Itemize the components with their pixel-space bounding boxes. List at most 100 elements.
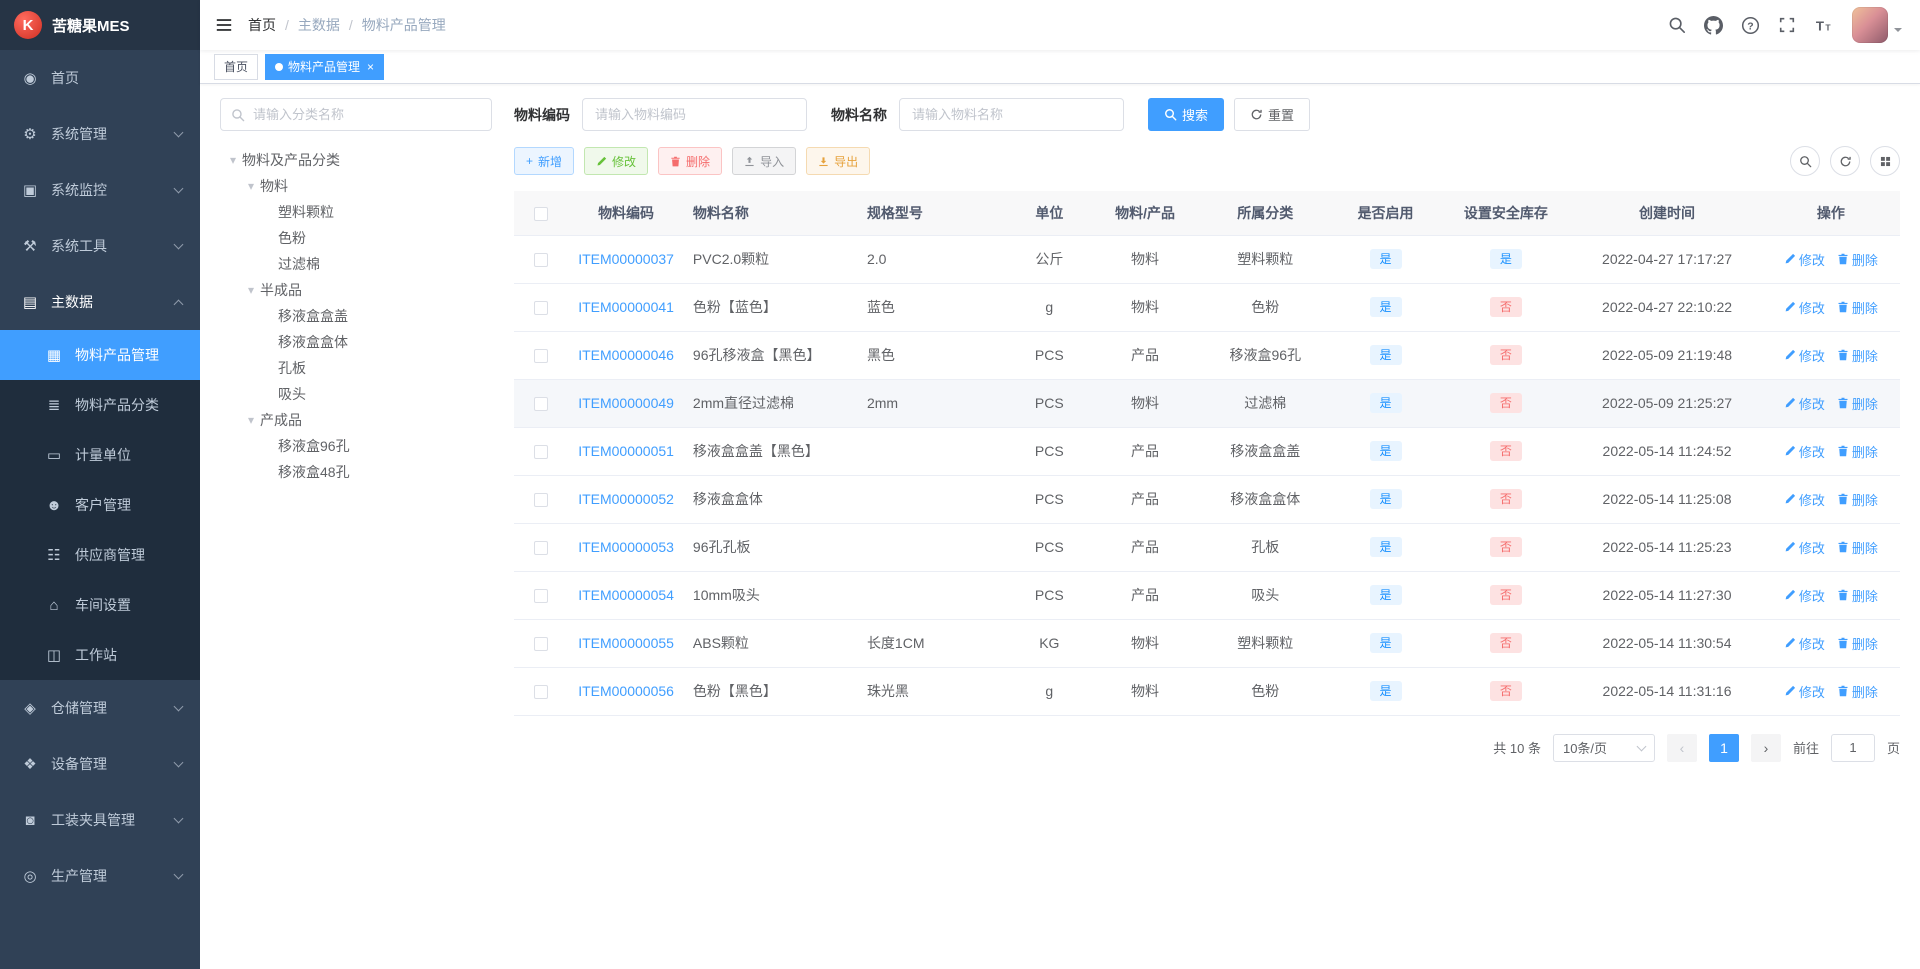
row-checkbox[interactable] (533, 253, 548, 268)
prev-page-button[interactable]: ‹ (1666, 733, 1697, 762)
row-checkbox[interactable] (533, 685, 548, 700)
category-search-input[interactable] (253, 107, 481, 122)
row-delete-button[interactable]: 删除 (1837, 490, 1878, 509)
row-delete-button[interactable]: 删除 (1837, 394, 1878, 413)
sidebar-item-monitor[interactable]: ▣ 系统监控 (0, 162, 200, 218)
sidebar-item-master-data[interactable]: ▤ 主数据 (0, 274, 200, 330)
row-edit-button[interactable]: 修改 (1784, 634, 1825, 653)
refresh-button[interactable] (1830, 146, 1860, 176)
tree-node[interactable]: 过滤棉 (220, 251, 492, 277)
material-code-link[interactable]: ITEM00000037 (578, 251, 674, 267)
sidebar-item-material-product[interactable]: ▦ 物料产品管理 (0, 330, 200, 380)
row-checkbox[interactable] (533, 541, 548, 556)
sidebar-item-customer[interactable]: ☻ 客户管理 (0, 480, 200, 530)
row-edit-button[interactable]: 修改 (1784, 490, 1825, 509)
columns-grid-icon[interactable] (1870, 146, 1900, 176)
sidebar-item-workstation[interactable]: ◫ 工作站 (0, 630, 200, 680)
tree-node[interactable]: ▾ 半成品 (220, 277, 492, 303)
tab-home[interactable]: 首页 (214, 53, 259, 80)
toggle-search-button[interactable] (1790, 146, 1820, 176)
material-code-link[interactable]: ITEM00000046 (578, 347, 674, 363)
tree-node[interactable]: 孔板 (220, 355, 492, 381)
reset-button[interactable]: 重置 (1234, 98, 1311, 131)
material-code-link[interactable]: ITEM00000053 (578, 539, 674, 555)
tree-node[interactable]: ▾ 物料 (220, 173, 492, 199)
fullscreen-icon[interactable] (1769, 0, 1805, 50)
row-checkbox[interactable] (533, 397, 548, 412)
tab-material-product[interactable]: 物料产品管理 × (265, 53, 385, 80)
tree-node[interactable]: 移液盒盒盖 (220, 303, 492, 329)
row-edit-button[interactable]: 修改 (1784, 442, 1825, 461)
row-edit-button[interactable]: 修改 (1784, 586, 1825, 605)
select-all-checkbox[interactable] (533, 206, 548, 221)
tree-node[interactable]: 色粉 (220, 225, 492, 251)
hamburger-icon[interactable] (200, 0, 248, 50)
sidebar-item-supplier[interactable]: ☷ 供应商管理 (0, 530, 200, 580)
app-logo[interactable]: K 苦糖果MES (0, 0, 200, 50)
row-edit-button[interactable]: 修改 (1784, 538, 1825, 557)
row-checkbox[interactable] (533, 637, 548, 652)
user-menu[interactable] (1842, 7, 1908, 43)
goto-page-input[interactable] (1830, 733, 1875, 762)
sidebar-item-system[interactable]: ⚙ 系统管理 (0, 106, 200, 162)
material-code-link[interactable]: ITEM00000055 (578, 635, 674, 651)
row-checkbox[interactable] (533, 445, 548, 460)
material-name-input[interactable] (899, 98, 1124, 131)
row-edit-button[interactable]: 修改 (1784, 298, 1825, 317)
export-button[interactable]: 导出 (806, 147, 871, 175)
sidebar-item-workshop[interactable]: ⌂ 车间设置 (0, 580, 200, 630)
row-edit-button[interactable]: 修改 (1784, 394, 1825, 413)
page-size-select[interactable]: 10条/页 (1552, 733, 1655, 762)
row-delete-button[interactable]: 删除 (1837, 250, 1878, 269)
row-delete-button[interactable]: 删除 (1837, 442, 1878, 461)
tree-node[interactable]: ▾ 物料及产品分类 (220, 147, 492, 173)
material-code-link[interactable]: ITEM00000056 (578, 683, 674, 699)
row-edit-button[interactable]: 修改 (1784, 682, 1825, 701)
row-delete-button[interactable]: 删除 (1837, 634, 1878, 653)
sidebar-item-equipment[interactable]: ❖ 设备管理 (0, 736, 200, 792)
sidebar-item-unit[interactable]: ▭ 计量单位 (0, 430, 200, 480)
delete-button[interactable]: 删除 (658, 147, 723, 175)
sidebar-item-fixture[interactable]: ◙ 工装夹具管理 (0, 792, 200, 848)
tree-node[interactable]: 移液盒盒体 (220, 329, 492, 355)
search-button[interactable]: 搜索 (1148, 98, 1225, 131)
row-edit-button[interactable]: 修改 (1784, 346, 1825, 365)
row-checkbox[interactable] (533, 493, 548, 508)
row-delete-button[interactable]: 删除 (1837, 346, 1878, 365)
row-delete-button[interactable]: 删除 (1837, 586, 1878, 605)
tree-node[interactable]: 吸头 (220, 381, 492, 407)
import-button[interactable]: 导入 (732, 147, 797, 175)
edit-button[interactable]: 修改 (584, 147, 649, 175)
tree-node[interactable]: ▾ 产成品 (220, 407, 492, 433)
tree-node[interactable]: 移液盒96孔 (220, 433, 492, 459)
page-1-button[interactable]: 1 (1708, 733, 1739, 762)
tab-close-icon[interactable]: × (367, 61, 374, 73)
row-delete-button[interactable]: 删除 (1837, 538, 1878, 557)
material-code-link[interactable]: ITEM00000041 (578, 299, 674, 315)
material-code-link[interactable]: ITEM00000049 (578, 395, 674, 411)
font-size-icon[interactable]: TT (1805, 0, 1842, 50)
search-icon[interactable] (1659, 0, 1695, 50)
add-button[interactable]: + 新增 (514, 147, 575, 175)
row-checkbox[interactable] (533, 349, 548, 364)
material-code-link[interactable]: ITEM00000052 (578, 491, 674, 507)
row-delete-button[interactable]: 删除 (1837, 298, 1878, 317)
next-page-button[interactable]: › (1750, 733, 1781, 762)
breadcrumb-item-master-data[interactable]: 主数据 (298, 15, 340, 35)
sidebar-item-tools[interactable]: ⚒ 系统工具 (0, 218, 200, 274)
help-icon[interactable]: ? (1732, 0, 1769, 50)
github-icon[interactable] (1695, 0, 1732, 50)
sidebar-item-home[interactable]: ◉ 首页 (0, 50, 200, 106)
material-code-input[interactable] (582, 98, 807, 131)
sidebar-item-material-category[interactable]: ≣ 物料产品分类 (0, 380, 200, 430)
row-checkbox[interactable] (533, 589, 548, 604)
tree-node[interactable]: 移液盒48孔 (220, 459, 492, 485)
material-code-link[interactable]: ITEM00000054 (578, 587, 674, 603)
tree-node[interactable]: 塑料颗粒 (220, 199, 492, 225)
row-checkbox[interactable] (533, 301, 548, 316)
sidebar-item-warehouse[interactable]: ◈ 仓储管理 (0, 680, 200, 736)
sidebar-item-production[interactable]: ◎ 生产管理 (0, 848, 200, 904)
breadcrumb-item-home[interactable]: 首页 (248, 15, 276, 35)
row-delete-button[interactable]: 删除 (1837, 682, 1878, 701)
material-code-link[interactable]: ITEM00000051 (578, 443, 674, 459)
